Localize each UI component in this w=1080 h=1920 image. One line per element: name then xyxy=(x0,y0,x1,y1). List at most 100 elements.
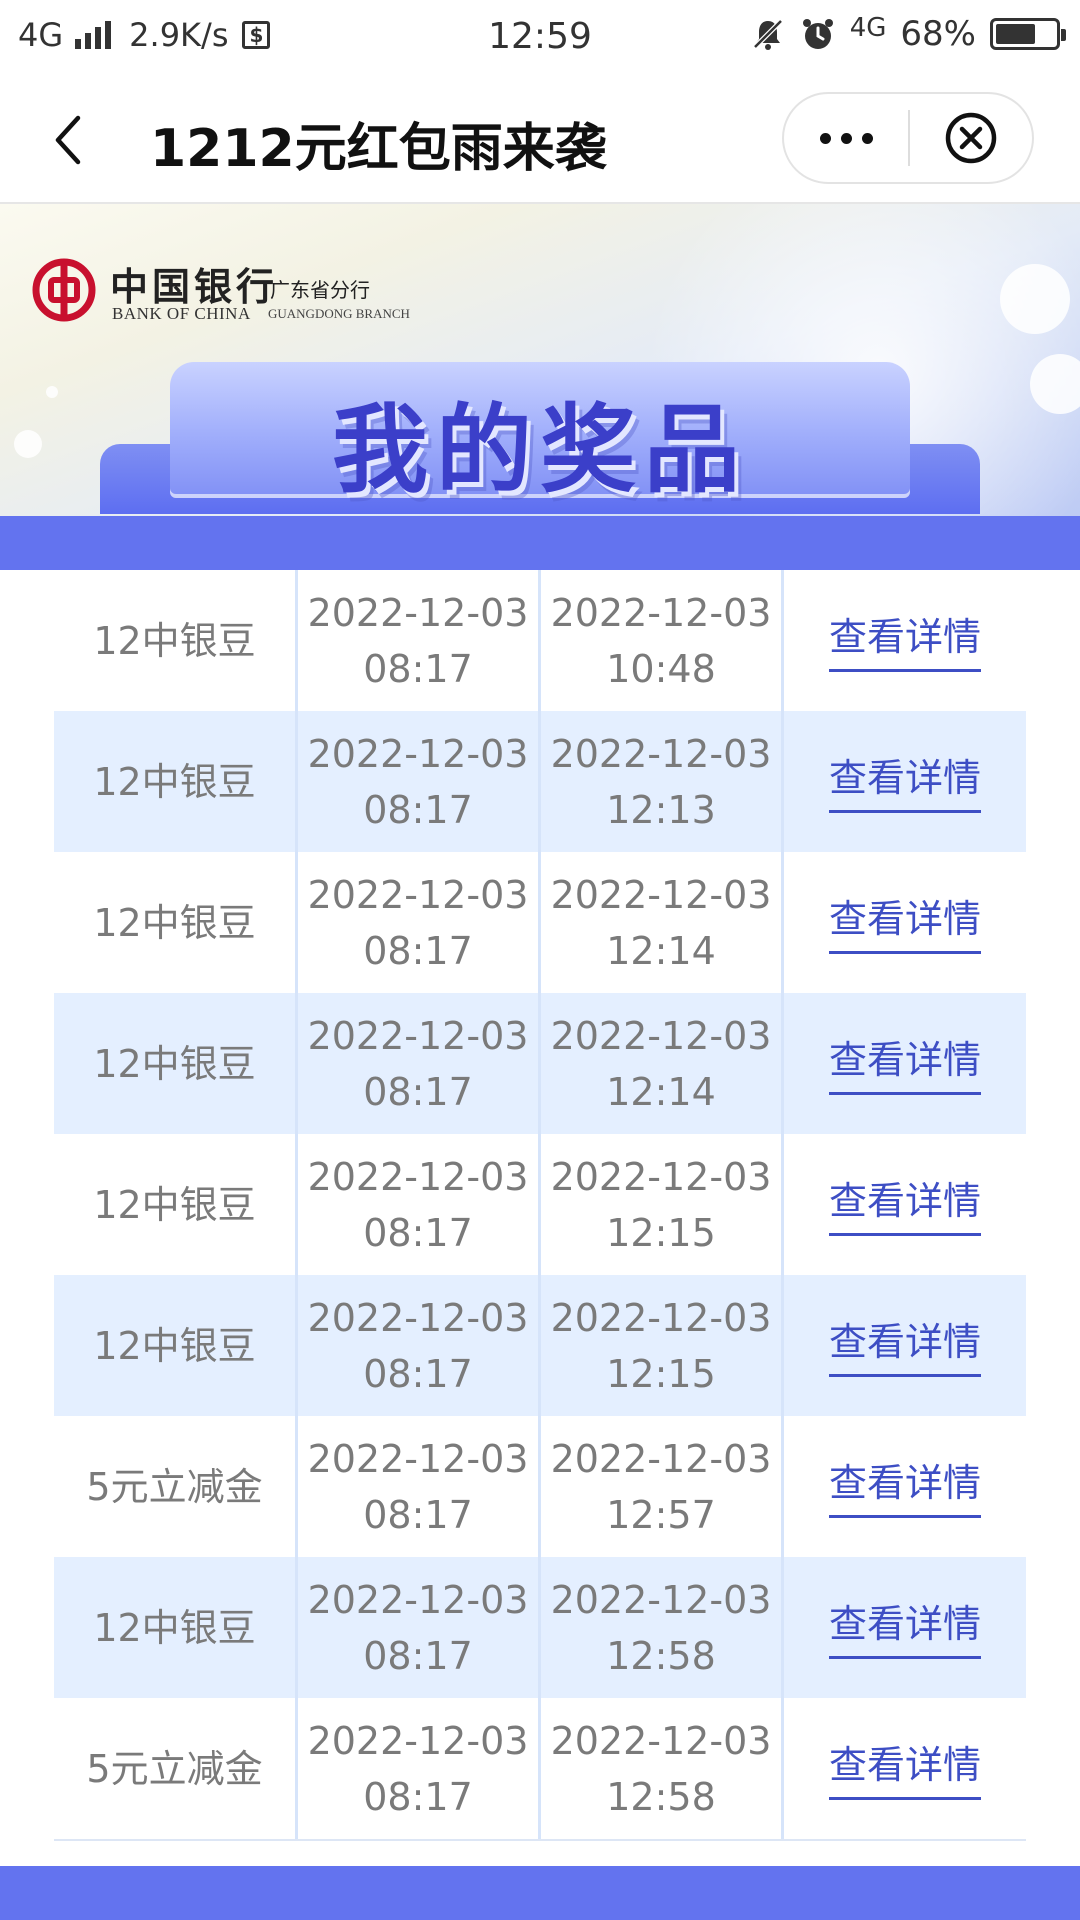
page-title: 1212元红包雨来袭 xyxy=(150,119,607,179)
more-button[interactable] xyxy=(784,94,908,182)
claim-time: 2022-12-03 12:14 xyxy=(541,852,784,993)
banner-band xyxy=(0,516,1080,570)
won-date: 2022-12-03 xyxy=(307,872,529,917)
bell-off-icon xyxy=(752,19,783,50)
prize-name: 12中银豆 xyxy=(54,852,298,993)
claim-clock: 12:57 xyxy=(606,1492,716,1537)
action-cell: 查看详情 xyxy=(784,1698,1026,1839)
claim-clock: 12:15 xyxy=(606,1210,716,1255)
won-clock: 08:17 xyxy=(363,928,473,973)
claim-date: 2022-12-03 xyxy=(550,1295,772,1340)
claim-date: 2022-12-03 xyxy=(550,731,772,776)
action-cell: 查看详情 xyxy=(784,852,1026,993)
prize-name: 12中银豆 xyxy=(54,1275,298,1416)
won-clock: 08:17 xyxy=(363,1492,473,1537)
claim-time: 2022-12-03 12:58 xyxy=(541,1557,784,1698)
prize-name: 5元立减金 xyxy=(54,1416,298,1557)
claim-clock: 12:58 xyxy=(606,1633,716,1678)
won-date: 2022-12-03 xyxy=(307,1577,529,1622)
won-clock: 08:17 xyxy=(363,1351,473,1396)
claim-clock: 12:14 xyxy=(606,1069,716,1114)
won-clock: 08:17 xyxy=(363,787,473,832)
branch-name-cn: 广东省分行 xyxy=(270,278,370,302)
prize-banner: 中国银行 广东省分行 BANK OF CHINA GUANGDONG BRANC… xyxy=(0,204,1080,570)
action-cell: 查看详情 xyxy=(784,993,1026,1134)
prize-name: 12中银豆 xyxy=(54,570,298,711)
won-clock: 08:17 xyxy=(363,1633,473,1678)
battery-fill xyxy=(996,24,1036,44)
won-time: 2022-12-03 08:17 xyxy=(298,1698,541,1839)
claim-clock: 12:14 xyxy=(606,928,716,973)
won-date: 2022-12-03 xyxy=(307,1295,529,1340)
won-clock: 08:17 xyxy=(363,1774,473,1819)
claim-clock: 12:58 xyxy=(606,1774,716,1819)
bank-name-cn: 中国银行 xyxy=(110,264,279,309)
table-row: 5元立减金 2022-12-03 08:17 2022-12-03 12:57 查看详情 xyxy=(54,1416,1026,1557)
won-date: 2022-12-03 xyxy=(307,1718,529,1763)
view-details-link[interactable]: 查看详情 xyxy=(828,1032,981,1095)
table-row: 12中银豆 2022-12-03 08:17 2022-12-03 10:48 查看详情 xyxy=(54,570,1026,711)
claim-date: 2022-12-03 xyxy=(550,1436,772,1481)
action-cell: 查看详情 xyxy=(784,1416,1026,1557)
status-bar: 4G 2.9K/s $ 12:59 4G 68% xyxy=(0,0,1080,76)
branch-name-en: GUANGDONG BRANCH xyxy=(268,306,410,321)
network-type-right: 4G xyxy=(849,13,887,43)
won-time: 2022-12-03 08:17 xyxy=(298,1557,541,1698)
action-cell: 查看详情 xyxy=(784,711,1026,852)
view-details-link[interactable]: 查看详情 xyxy=(828,750,981,813)
action-cell: 查看详情 xyxy=(784,1275,1026,1416)
claim-time: 2022-12-03 12:14 xyxy=(541,993,784,1134)
claim-time: 2022-12-03 12:15 xyxy=(541,1275,784,1416)
close-circle-icon xyxy=(945,112,997,164)
bank-name-en: BANK OF CHINA xyxy=(112,304,251,323)
banner-title: 我的奖品 xyxy=(332,394,748,506)
won-date: 2022-12-03 xyxy=(307,590,529,635)
table-row: 12中银豆 2022-12-03 08:17 2022-12-03 12:14 查看详情 xyxy=(54,993,1026,1134)
prize-table: 12中银豆 2022-12-03 08:17 2022-12-03 10:48 查看详情 1… xyxy=(54,570,1026,1841)
back-button[interactable] xyxy=(36,104,100,176)
prize-name: 12中银豆 xyxy=(54,993,298,1134)
more-dots-icon xyxy=(819,132,873,144)
view-details-link[interactable]: 查看详情 xyxy=(828,1173,981,1236)
claim-time: 2022-12-03 10:48 xyxy=(541,570,784,711)
view-details-link[interactable]: 查看详情 xyxy=(828,1737,981,1800)
nav-bar: 1212元红包雨来袭 xyxy=(0,76,1080,204)
table-row: 12中银豆 2022-12-03 08:17 2022-12-03 12:15 查看详情 xyxy=(54,1275,1026,1416)
footer-band xyxy=(0,1866,1080,1920)
won-time: 2022-12-03 08:17 xyxy=(298,852,541,993)
won-clock: 08:17 xyxy=(363,1069,473,1114)
table-row: 12中银豆 2022-12-03 08:17 2022-12-03 12:58 查看详情 xyxy=(54,1557,1026,1698)
mini-program-capsule xyxy=(782,92,1034,184)
won-time: 2022-12-03 08:17 xyxy=(298,1134,541,1275)
claim-clock: 10:48 xyxy=(606,646,716,691)
prize-name: 12中银豆 xyxy=(54,711,298,852)
view-details-link[interactable]: 查看详情 xyxy=(828,609,981,672)
prize-name: 12中银豆 xyxy=(54,1557,298,1698)
close-button[interactable] xyxy=(910,94,1032,182)
claim-date: 2022-12-03 xyxy=(550,590,772,635)
won-date: 2022-12-03 xyxy=(307,1154,529,1199)
table-row: 12中银豆 2022-12-03 08:17 2022-12-03 12:14 查看详情 xyxy=(54,852,1026,993)
won-date: 2022-12-03 xyxy=(307,731,529,776)
prize-name: 5元立减金 xyxy=(54,1698,298,1839)
battery-icon xyxy=(990,18,1066,50)
view-details-link[interactable]: 查看详情 xyxy=(828,1314,981,1377)
view-details-link[interactable]: 查看详情 xyxy=(828,1455,981,1518)
claim-time: 2022-12-03 12:58 xyxy=(541,1698,784,1839)
table-bottom-border xyxy=(54,1839,1026,1841)
claim-clock: 12:15 xyxy=(606,1351,716,1396)
claim-time: 2022-12-03 12:13 xyxy=(541,711,784,852)
table-row: 12中银豆 2022-12-03 08:17 2022-12-03 12:15 查看详情 xyxy=(54,1134,1026,1275)
action-cell: 查看详情 xyxy=(784,570,1026,711)
claim-date: 2022-12-03 xyxy=(550,1013,772,1058)
won-time: 2022-12-03 08:17 xyxy=(298,1416,541,1557)
view-details-link[interactable]: 查看详情 xyxy=(828,891,981,954)
view-details-link[interactable]: 查看详情 xyxy=(828,1596,981,1659)
claim-time: 2022-12-03 12:15 xyxy=(541,1134,784,1275)
action-cell: 查看详情 xyxy=(784,1134,1026,1275)
claim-time: 2022-12-03 12:57 xyxy=(541,1416,784,1557)
won-clock: 08:17 xyxy=(363,646,473,691)
chevron-left-icon xyxy=(55,115,81,165)
claim-date: 2022-12-03 xyxy=(550,872,772,917)
prize-name: 12中银豆 xyxy=(54,1134,298,1275)
